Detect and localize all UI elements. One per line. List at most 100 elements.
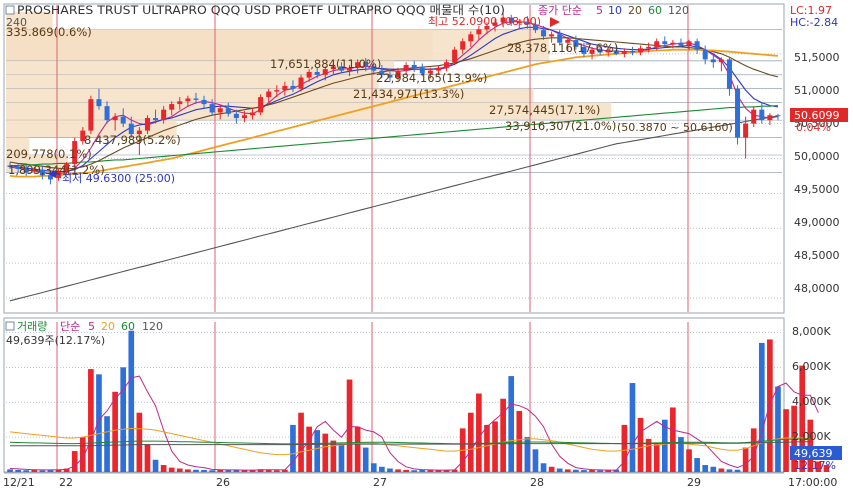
volume-bar — [395, 469, 401, 472]
candle-body — [193, 98, 199, 100]
volume-bar — [354, 426, 361, 472]
volume-bar — [338, 444, 345, 472]
volume-bar — [411, 470, 418, 472]
volume-tick: 4,000K — [792, 395, 831, 408]
volume-bar — [298, 412, 304, 472]
candle-body — [225, 108, 231, 114]
volume-bar — [694, 458, 700, 472]
volume-bar — [88, 369, 94, 472]
volume-bar — [726, 469, 733, 472]
candle-body — [112, 116, 118, 121]
candle-body — [476, 29, 482, 35]
candle-body — [775, 115, 781, 117]
ma-legend-period-60: 60 — [648, 4, 662, 17]
candle-body — [444, 62, 450, 68]
volume-bar — [152, 459, 159, 472]
volume-bar — [564, 469, 571, 472]
volume-bar — [23, 470, 30, 472]
high-annotation: 최고 52.0900 (08:00) — [428, 15, 541, 28]
current-volume-pct: 12.17% — [794, 459, 836, 472]
hc-readout: HC:-2.84 — [790, 16, 838, 29]
volume-bar — [7, 469, 13, 472]
candle-body — [209, 104, 215, 113]
volume-bar — [516, 410, 523, 472]
volume-bar — [387, 468, 393, 472]
candle-body — [177, 101, 183, 105]
volume-title: 거래량 — [17, 320, 47, 333]
candle-body — [694, 41, 700, 50]
time-label: 27 — [373, 476, 387, 489]
volume-bar — [71, 451, 78, 472]
candle-body — [258, 97, 264, 113]
candle-body — [233, 113, 239, 119]
volume-bar — [581, 470, 587, 472]
volume-bar — [241, 470, 248, 472]
title-checkbox-icon[interactable] — [5, 5, 15, 15]
volume-bar — [185, 469, 191, 472]
volume-bar — [758, 342, 765, 472]
volume-profile-label: 27,574,445(17.1%) — [489, 103, 600, 117]
volume-bar — [605, 470, 612, 472]
volume-bar — [500, 398, 506, 472]
volume-profile-label: 28,378,116(17.6%) — [507, 41, 618, 55]
volume-bar — [484, 424, 490, 472]
chart-window: 335.869(0.6%) 17,651,884(11.0%) 28,378,116… — [0, 0, 853, 492]
price-tick: 51,0000 — [794, 84, 840, 97]
candle-body — [759, 109, 765, 121]
volume-bar — [556, 468, 563, 472]
candle-body — [654, 41, 660, 47]
volume-bar — [637, 417, 644, 472]
candle-body — [153, 118, 159, 121]
volume-bar — [508, 376, 515, 472]
volume-bar — [686, 449, 692, 472]
volume-bar — [783, 409, 789, 472]
volume-bar — [290, 424, 296, 472]
volume-tick: 2,000K — [792, 430, 831, 443]
candle-body — [298, 77, 304, 89]
price-tick: 51,5000 — [794, 51, 840, 64]
volume-readout: 49,639주(12.17%) — [6, 334, 105, 347]
volume-bar — [540, 463, 547, 472]
volume-profile-label: 8,437,989(5.2%) — [84, 133, 181, 147]
candle-body — [161, 109, 167, 121]
volume-bar — [476, 393, 482, 472]
range-annotation: (50.3870 ~ 50.6160) — [617, 121, 733, 134]
volume-bar — [629, 383, 636, 472]
volume-checkbox-icon[interactable] — [5, 321, 15, 331]
volume-bar — [573, 469, 579, 472]
volume-bar — [201, 469, 207, 472]
time-label: 26 — [216, 476, 230, 489]
volume-bar — [362, 447, 369, 472]
volume-bar — [597, 470, 603, 472]
candle-body — [185, 98, 191, 102]
chart-canvas: 335.869(0.6%)17,651,884(11.0%)28,378,116… — [0, 0, 853, 492]
volume-bar — [589, 469, 595, 472]
volume-bar — [168, 467, 175, 472]
candle-body — [88, 99, 94, 131]
volume-bar — [548, 466, 555, 472]
candle-body — [670, 42, 676, 45]
candle-body — [541, 30, 547, 37]
candle-body — [169, 104, 175, 110]
candle-body — [306, 71, 312, 78]
volume-bar — [112, 391, 118, 472]
price-tick: 49,0000 — [794, 216, 840, 229]
candle-body — [201, 99, 207, 105]
price-tick: 50,0000 — [794, 150, 840, 163]
volume-bar — [710, 466, 717, 472]
candle-body — [710, 59, 716, 63]
volume-bar — [467, 412, 474, 472]
candle-body — [718, 59, 724, 63]
time-label: 28 — [530, 476, 544, 489]
candle-body — [144, 118, 150, 131]
candle-body — [646, 46, 652, 49]
candle-body — [314, 71, 320, 75]
candle-body — [403, 65, 409, 71]
volume-bar — [621, 424, 628, 472]
candle-body — [678, 42, 684, 46]
candle-body — [452, 49, 458, 63]
volume-bar — [370, 463, 377, 472]
volume-ma-period-60: 60 — [121, 320, 135, 333]
ma-legend-prefix: 종가 단순 — [538, 4, 582, 17]
candle-body — [702, 49, 708, 60]
